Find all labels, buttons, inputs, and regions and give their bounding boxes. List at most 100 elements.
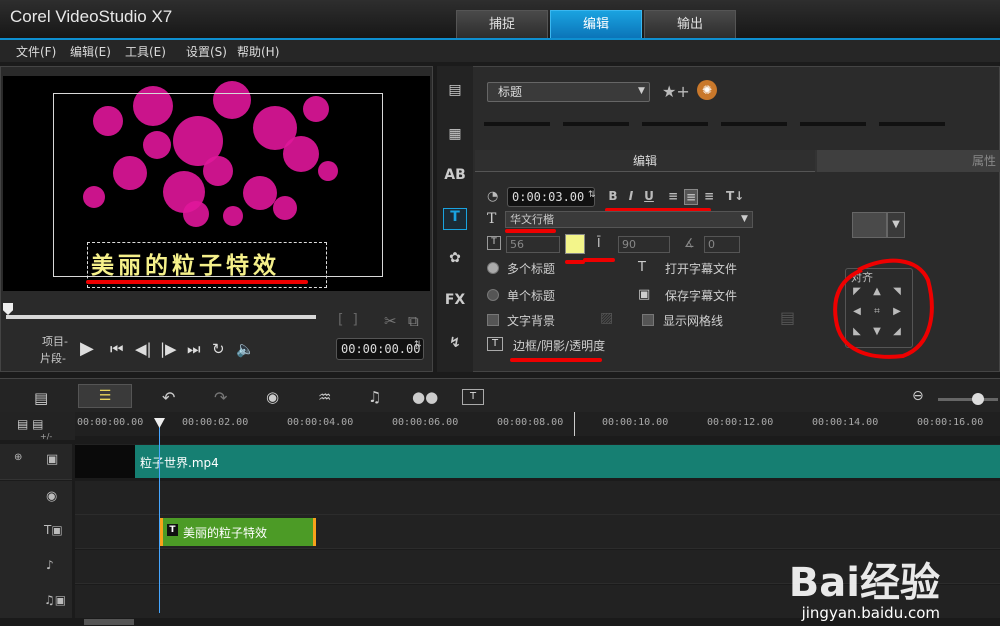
cut-icon[interactable]: ✂ — [384, 312, 397, 330]
line-spacing-select[interactable]: 90 — [618, 236, 670, 253]
menu-settings[interactable]: 设置(S) — [186, 43, 227, 60]
zoom-out-icon[interactable]: ⊖ — [912, 388, 924, 404]
multi-title-radio[interactable] — [487, 262, 499, 274]
mark-in-out-icon[interactable]: [ ] — [338, 312, 358, 328]
border-shadow-button[interactable]: 边框/阴影/透明度 — [513, 337, 605, 354]
save-subtitle-button[interactable]: 保存字幕文件 — [665, 287, 737, 304]
playback-scrubber[interactable] — [6, 315, 316, 319]
overlay-track-header[interactable]: ◉ — [0, 481, 72, 517]
timeline-toolbar — [0, 378, 1000, 412]
fx-icon[interactable]: FX — [443, 292, 467, 314]
video-track-header[interactable]: ⊕ ▣ — [0, 444, 72, 480]
preview-screen[interactable]: 美丽的粒子特效 — [3, 76, 430, 291]
ruler-label: 00:00:02.00 — [182, 417, 249, 428]
go-end-icon[interactable]: ⏭ — [187, 340, 201, 358]
chevron-down-icon[interactable]: ▼ — [887, 212, 905, 238]
transition-icon[interactable]: AB — [443, 167, 467, 189]
timeline-playhead[interactable] — [159, 418, 160, 613]
preview-timecode[interactable]: 00:00:00.00 — [336, 338, 424, 360]
graphics-icon[interactable]: ✿ — [443, 250, 467, 272]
track-manager-icon[interactable]: ▤ ▤ — [17, 417, 44, 431]
title-clip[interactable]: 美丽的粒子特效 — [160, 518, 316, 546]
menu-tools[interactable]: 工具(E) — [125, 43, 166, 60]
open-subtitle-button[interactable]: 打开字幕文件 — [665, 260, 737, 277]
next-frame-icon[interactable]: |▶ — [160, 340, 177, 358]
font-select[interactable]: 华文行楷 — [505, 211, 753, 228]
motion-tracking-icon[interactable]: ●● — [412, 388, 438, 406]
prev-frame-icon[interactable]: ◀| — [135, 340, 152, 358]
align-right-icon[interactable]: ≡ — [702, 189, 716, 205]
title-thumb[interactable] — [563, 122, 629, 126]
align-left-icon[interactable]: ≡ — [666, 189, 680, 205]
undo-icon[interactable]: ↶ — [162, 388, 175, 407]
path-icon[interactable]: ↯ — [443, 335, 467, 357]
record-capture-icon[interactable]: ◉ — [266, 388, 279, 406]
redo-icon[interactable]: ↷ — [214, 388, 227, 407]
watermark-url: jingyan.baidu.com — [801, 604, 940, 622]
music-track-header[interactable]: ♫▣ — [0, 585, 72, 621]
grid-settings-icon[interactable]: ▤ — [780, 308, 795, 327]
duration-field[interactable]: 0:00:03.00 — [507, 187, 595, 207]
mode-project-label[interactable]: 项目- — [42, 333, 68, 349]
ruler-label: 00:00:16.00 — [917, 417, 984, 428]
title-thumb[interactable] — [800, 122, 866, 126]
font-icon: T — [487, 211, 497, 227]
video-clip[interactable]: 粒子世界.mp4 — [135, 445, 1000, 478]
scrollbar-thumb[interactable] — [84, 619, 134, 625]
title-track-header[interactable]: T▣ — [0, 515, 72, 551]
timeline-view-icon[interactable]: ☰ — [78, 384, 132, 408]
menu-file[interactable]: 文件(F) — [16, 43, 56, 60]
mode-clip-label[interactable]: 片段- — [40, 350, 66, 366]
align-center-icon[interactable]: ≡ — [684, 189, 698, 205]
angle-field[interactable]: 0 — [704, 236, 740, 253]
menu-help[interactable]: 帮助(H) — [237, 43, 279, 60]
title-thumb[interactable] — [642, 122, 708, 126]
text-color-swatch[interactable] — [565, 234, 585, 254]
overlay-track[interactable] — [75, 481, 1000, 515]
ruler-label: 00:00:00.00 — [77, 417, 144, 428]
zoom-slider-handle[interactable] — [972, 393, 984, 405]
volume-icon[interactable]: 🔈 — [236, 340, 255, 358]
timecode-spinner-icon[interactable]: ⇅ — [414, 340, 422, 350]
zoom-slider[interactable] — [938, 398, 998, 401]
background-settings-icon[interactable]: ▨ — [600, 310, 613, 326]
title-thumb[interactable] — [484, 122, 550, 126]
subtitle-editor-icon[interactable]: T — [462, 389, 484, 405]
copy-icon[interactable]: ⧉ — [408, 312, 419, 330]
single-title-radio[interactable] — [487, 289, 499, 301]
underline-icon[interactable]: U — [642, 189, 656, 205]
library-icon[interactable]: ✺ — [697, 80, 717, 100]
storyboard-view-icon[interactable]: ▤ — [34, 389, 48, 407]
title-icon[interactable]: T — [443, 208, 467, 230]
title-thumb[interactable] — [721, 122, 787, 126]
title-category-select[interactable]: 标题 — [487, 82, 650, 102]
play-icon[interactable]: ▶ — [80, 338, 94, 359]
show-grid-checkbox[interactable] — [642, 314, 654, 326]
menu-edit[interactable]: 编辑(E) — [70, 43, 111, 60]
repeat-icon[interactable]: ↻ — [212, 340, 225, 358]
instant-project-icon[interactable]: ▦ — [443, 126, 467, 148]
italic-icon[interactable]: I — [624, 189, 638, 205]
single-title-label: 单个标题 — [507, 289, 556, 303]
text-direction-icon[interactable]: T↓ — [726, 189, 744, 205]
project-end-marker — [574, 412, 575, 436]
text-background-checkbox[interactable] — [487, 314, 499, 326]
bold-icon[interactable]: B — [606, 189, 620, 205]
sound-mixer-icon[interactable]: ♒ — [318, 388, 331, 406]
background-color-box[interactable] — [852, 212, 887, 238]
add-favorite-icon[interactable]: ★+ — [662, 82, 690, 101]
tab-options-edit[interactable]: 编辑 — [475, 150, 815, 172]
tab-edit[interactable]: 编辑 — [550, 10, 642, 38]
auto-music-icon[interactable]: ♫ — [368, 388, 381, 406]
tab-output[interactable]: 输出 — [644, 10, 736, 38]
go-start-icon[interactable]: ⏮ — [110, 340, 124, 358]
duration-spinner-icon[interactable]: ⇅ — [588, 190, 596, 200]
tab-options-properties[interactable]: 属性 — [817, 150, 1000, 172]
title-thumb[interactable] — [879, 122, 945, 126]
font-size-select[interactable]: 56 — [506, 236, 560, 253]
angle-icon: ∡ — [684, 236, 695, 250]
add-remove-chapter-icon[interactable]: +/- — [40, 432, 52, 441]
media-icon[interactable]: ▤ — [443, 82, 467, 104]
tab-capture[interactable]: 捕捉 — [456, 10, 548, 38]
voice-track-header[interactable]: ♪ — [0, 550, 72, 586]
